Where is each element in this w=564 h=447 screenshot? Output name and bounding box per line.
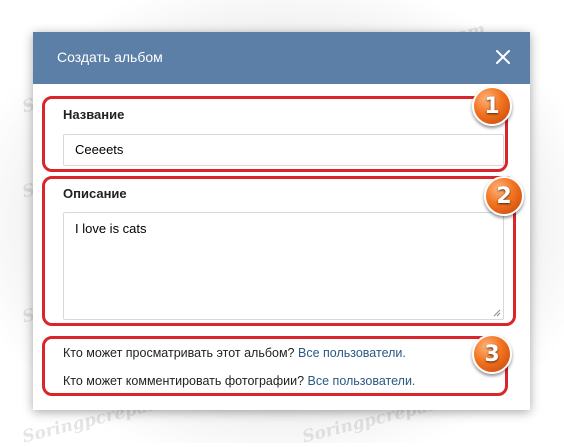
album-name-input[interactable]: Ceeeets xyxy=(63,134,504,166)
comment-privacy-link[interactable]: Все пользователи. xyxy=(308,374,416,388)
dialog-header: Создать альбом xyxy=(33,32,530,84)
comment-privacy-row: Кто может комментировать фотографии? Все… xyxy=(63,374,415,388)
album-description-textarea[interactable]: I love is cats xyxy=(63,212,504,320)
view-privacy-row: Кто может просматривать этот альбом? Все… xyxy=(63,346,406,360)
view-privacy-link[interactable]: Все пользователи. xyxy=(298,346,406,360)
description-label: Описание xyxy=(63,186,127,201)
comment-privacy-question: Кто может комментировать фотографии? xyxy=(63,374,305,388)
album-name-value: Ceeeets xyxy=(75,142,124,157)
view-privacy-question: Кто может просматривать этот альбом? xyxy=(63,346,295,360)
annotation-badge-2: 2 xyxy=(484,176,524,216)
close-button[interactable] xyxy=(490,44,516,70)
create-album-dialog: Создать альбом Название Ceeeets Описание… xyxy=(33,32,530,410)
close-icon xyxy=(496,50,510,64)
dialog-title: Создать альбом xyxy=(57,49,163,65)
resize-grip-icon[interactable] xyxy=(493,309,501,317)
name-label: Название xyxy=(63,107,125,122)
album-description-value: I love is cats xyxy=(75,221,147,236)
annotation-badge-3: 3 xyxy=(472,334,512,374)
annotation-badge-1: 1 xyxy=(472,86,512,126)
